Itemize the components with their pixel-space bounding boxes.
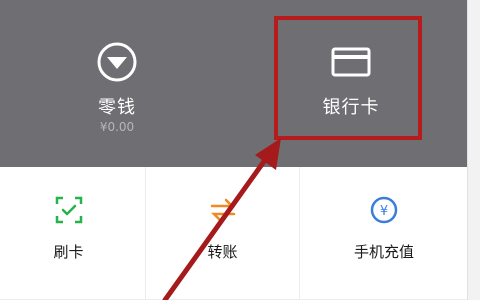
change-amount: ¥0.00	[99, 120, 135, 134]
svg-text:¥: ¥	[380, 204, 388, 219]
wallet-bank-card-button[interactable]: 银行卡	[234, 0, 468, 167]
change-icon	[97, 42, 137, 82]
scrollbar-track[interactable]	[467, 0, 480, 300]
service-label: 刷卡	[53, 243, 84, 261]
bank-card-icon	[331, 47, 371, 77]
services-grid: 刷卡 转账 ¥ 手机充值	[0, 167, 468, 300]
transfer-icon	[210, 198, 235, 222]
wallet-change-button[interactable]: 零钱 ¥0.00	[0, 0, 234, 167]
scan-card-icon	[55, 196, 82, 224]
service-label: 手机充值	[353, 243, 414, 261]
service-mobile-recharge[interactable]: ¥ 手机充值	[300, 167, 468, 300]
mobile-recharge-icon: ¥	[370, 196, 398, 224]
service-transfer[interactable]: 转账	[146, 167, 300, 300]
bank-card-label: 银行卡	[322, 97, 380, 118]
service-label: 转账	[207, 243, 238, 261]
change-label: 零钱	[98, 97, 136, 118]
service-scan-card[interactable]: 刷卡	[0, 167, 146, 300]
